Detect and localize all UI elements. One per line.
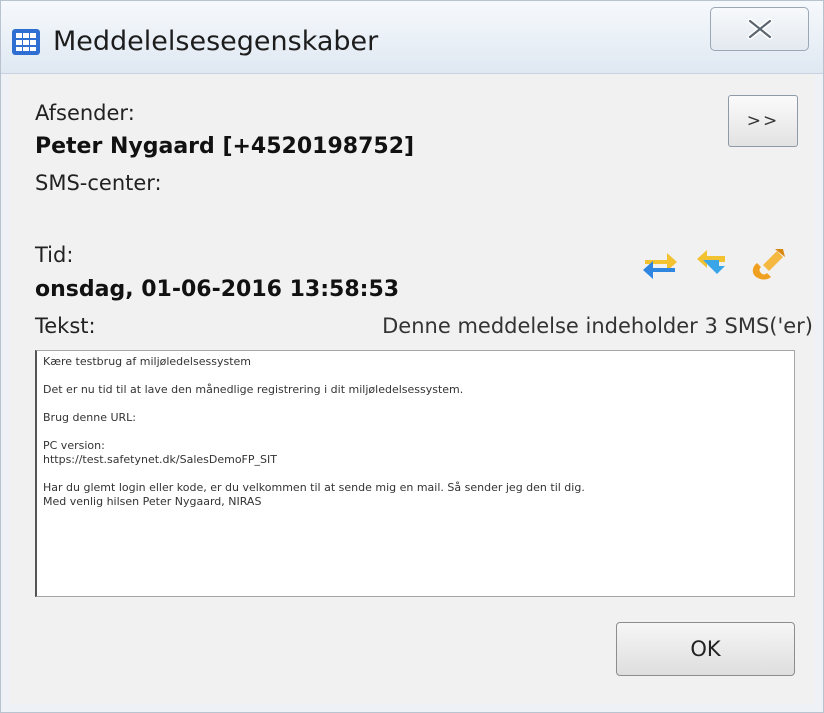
text-label: Tekst:	[35, 314, 96, 338]
phone-icon[interactable]	[749, 246, 787, 282]
forward-icon[interactable]	[641, 246, 679, 282]
close-button[interactable]	[710, 7, 809, 51]
ok-button[interactable]: OK	[616, 622, 795, 676]
window-title: Meddelelsesegenskaber	[53, 26, 379, 57]
reply-icon[interactable]	[695, 246, 733, 282]
title-bar: Meddelelsesegenskaber	[1, 1, 823, 74]
message-paragraph: Har du glemt login eller kode, er du vel…	[43, 481, 585, 508]
message-text-box[interactable]: Kære testbrug af miljøledelsessystem Det…	[35, 350, 795, 597]
expand-button[interactable]: >>	[728, 95, 798, 147]
close-icon	[747, 18, 773, 40]
grid-icon	[12, 29, 40, 55]
message-paragraph: Kære testbrug af miljøledelsessystem	[43, 355, 251, 368]
message-paragraph: PC version: https://test.safetynet.dk/Sa…	[43, 439, 277, 466]
sms-count-text: Denne meddelelse indeholder 3 SMS('er)	[382, 314, 813, 338]
time-value: onsdag, 01-06-2016 13:58:53	[35, 277, 400, 302]
sms-center-label: SMS-center:	[35, 171, 162, 195]
sender-value: Peter Nygaard [+4520198752]	[35, 134, 415, 159]
message-properties-dialog: Meddelelsesegenskaber Afsender: Peter Ny…	[0, 0, 824, 713]
sender-label: Afsender:	[35, 101, 135, 125]
time-label: Tid:	[35, 243, 74, 267]
message-paragraph: Det er nu tid til at lave den månedlige …	[43, 383, 464, 396]
dialog-content: Afsender: Peter Nygaard [+4520198752] SM…	[9, 74, 815, 704]
message-paragraph: Brug denne URL:	[43, 411, 137, 424]
